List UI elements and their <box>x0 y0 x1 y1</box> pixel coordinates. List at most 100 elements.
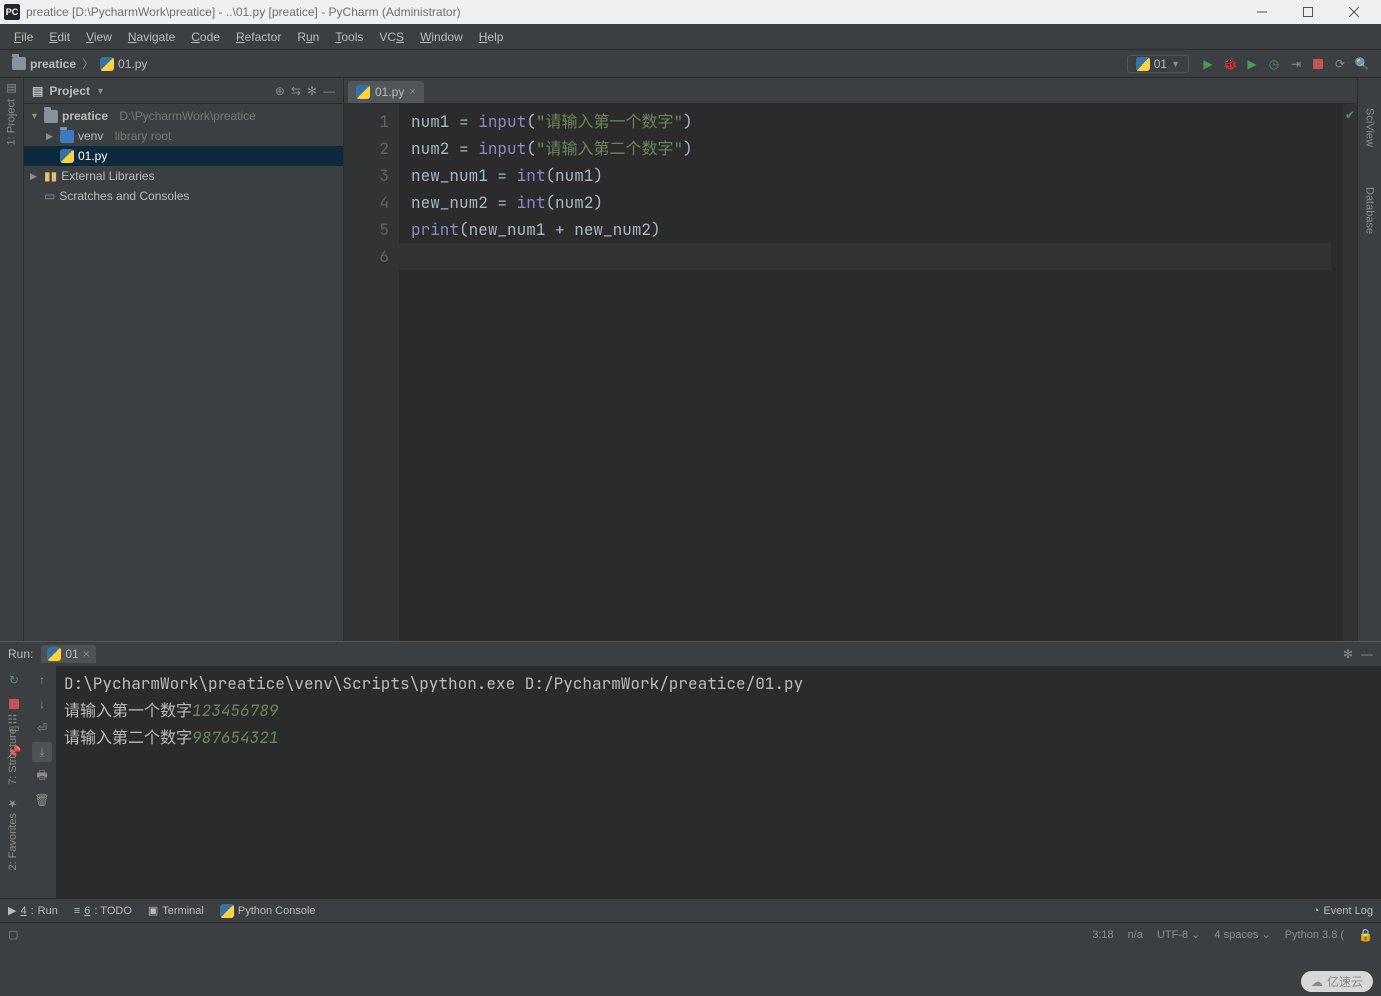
left-tool-strip-lower: 7: Structure ☷ 2: Favorites ★ <box>0 708 24 900</box>
menu-file[interactable]: File <box>6 27 41 47</box>
menu-help[interactable]: Help <box>471 27 512 47</box>
clear-button[interactable]: 🗑 <box>32 790 52 810</box>
console-output[interactable]: D:\PycharmWork\preatice\venv\Scripts\pyt… <box>56 666 1381 898</box>
bottom-todo-tab[interactable]: ≡ 6: TODO <box>74 905 132 917</box>
menu-refactor[interactable]: Refactor <box>228 27 289 47</box>
caret-right-icon[interactable]: ▶ <box>30 171 40 182</box>
tree-root[interactable]: ▼ preatice D:\PycharmWork\preatice <box>24 106 343 126</box>
caret-right-icon[interactable]: ▶ <box>46 131 56 142</box>
soft-wrap-button[interactable]: ⏎ <box>32 718 52 738</box>
locate-icon[interactable]: ⊕ <box>275 84 285 98</box>
breadcrumb-file-label: 01.py <box>118 57 147 71</box>
bottom-pyconsole-tab[interactable]: Python Console <box>220 904 316 918</box>
status-quick-icon[interactable]: ▢ <box>8 928 18 941</box>
debug-button[interactable]: 🐞 <box>1221 55 1239 73</box>
menu-bar: File Edit View Navigate Code Refactor Ru… <box>0 24 1381 50</box>
close-icon[interactable]: × <box>83 647 90 661</box>
lock-icon[interactable]: 🔒 <box>1358 928 1373 942</box>
profile-button[interactable]: ◷ <box>1265 55 1283 73</box>
chevron-right-icon: 〉 <box>80 55 96 72</box>
run-config-label: 01 <box>1154 57 1167 71</box>
python-file-icon <box>60 149 74 163</box>
run-config-selector[interactable]: 01 ▼ <box>1127 55 1189 73</box>
tree-scratches[interactable]: ▭ Scratches and Consoles <box>24 186 343 206</box>
search-everywhere-button[interactable]: 🔍 <box>1353 55 1371 73</box>
tree-venv-hint: library root <box>115 129 172 143</box>
menu-edit[interactable]: Edit <box>41 27 78 47</box>
window-titlebar: PC preatice [D:\PycharmWork\preatice] - … <box>0 0 1381 24</box>
breadcrumb-root-label: preatice <box>30 57 76 71</box>
chevron-down-icon[interactable]: ▼ <box>96 86 105 96</box>
tree-file-01py[interactable]: 01.py <box>24 146 343 166</box>
run-tab-01[interactable]: 01 × <box>41 645 95 663</box>
hide-panel-icon[interactable]: — <box>1361 647 1373 661</box>
tool-project-tab[interactable]: 1: Project ▤ <box>5 82 18 145</box>
hide-panel-icon[interactable]: — <box>323 84 335 98</box>
menu-view[interactable]: View <box>78 27 120 47</box>
bottom-tool-bar: ▶ 4: Run ≡ 6: TODO ▣ Terminal Python Con… <box>0 898 1381 922</box>
menu-window[interactable]: Window <box>412 27 471 47</box>
menu-tools[interactable]: Tools <box>327 27 371 47</box>
status-caret-pos[interactable]: 3:18 <box>1092 929 1113 941</box>
menu-run[interactable]: Run <box>289 27 327 47</box>
run-coverage-button[interactable]: ▶ <box>1243 55 1261 73</box>
close-icon[interactable]: × <box>409 86 415 98</box>
bottom-eventlog-tab[interactable]: ◔ Event Log <box>1313 905 1373 917</box>
tool-sciview-tab[interactable]: SciView <box>1364 108 1376 147</box>
bottom-run-tab[interactable]: ▶ 4: Run <box>8 904 58 917</box>
project-panel-title: Project <box>49 84 90 98</box>
left-tool-strip: 1: Project ▤ <box>0 78 24 641</box>
code-editor[interactable]: 1 2 3 4 5 6 num1 = input("请输入第一个数字") num… <box>344 104 1357 641</box>
menu-navigate[interactable]: Navigate <box>120 27 183 47</box>
run-panel-header: Run: 01 × ✻ — <box>0 642 1381 666</box>
caret-down-icon[interactable]: ▼ <box>30 111 40 121</box>
bottom-terminal-tab[interactable]: ▣ Terminal <box>148 904 204 917</box>
tree-root-path: D:\PycharmWork\preatice <box>119 109 255 123</box>
code-content[interactable]: num1 = input("请输入第一个数字") num2 = input("请… <box>399 104 1343 641</box>
tab-01py[interactable]: 01.py × <box>348 81 424 103</box>
status-interpreter[interactable]: Python 3.8 ( <box>1285 929 1344 941</box>
breadcrumb-root[interactable]: preatice <box>8 57 80 71</box>
rerun-button[interactable]: ↻ <box>4 670 24 690</box>
tree-venv[interactable]: ▶ venv library root <box>24 126 343 146</box>
down-button[interactable]: ↓ <box>32 694 52 714</box>
minimize-button[interactable] <box>1239 0 1285 24</box>
up-button[interactable]: ↑ <box>32 670 52 690</box>
tool-database-tab[interactable]: Database <box>1364 187 1376 234</box>
status-encoding[interactable]: UTF-8 ⌄ <box>1157 928 1200 941</box>
close-button[interactable] <box>1331 0 1377 24</box>
folder-icon <box>44 110 58 123</box>
scroll-to-end-button[interactable]: ⤓ <box>32 742 52 762</box>
status-indent[interactable]: 4 spaces ⌄ <box>1214 928 1270 941</box>
pycharm-logo-icon: PC <box>4 4 20 20</box>
project-tree[interactable]: ▼ preatice D:\PycharmWork\preatice ▶ ven… <box>24 104 343 641</box>
tree-file-label: 01.py <box>78 149 107 163</box>
menu-code[interactable]: Code <box>183 27 228 47</box>
status-line-sep[interactable]: n/a <box>1128 929 1143 941</box>
editor-area: 01.py × 1 2 3 4 5 6 num1 = input("请输入第一个… <box>344 78 1357 641</box>
breadcrumb-file[interactable]: 01.py <box>96 57 151 71</box>
console-prompt2: 请输入第二个数字 <box>64 727 192 748</box>
inspection-ok-icon[interactable]: ✔ <box>1343 104 1357 122</box>
print-button[interactable]: 🖶 <box>32 766 52 786</box>
expand-all-icon[interactable]: ⇆ <box>291 84 301 98</box>
console-input1: 123456789 <box>192 700 278 721</box>
line-gutter: 1 2 3 4 5 6 <box>344 104 399 641</box>
update-project-button[interactable]: ⟳ <box>1331 55 1349 73</box>
maximize-button[interactable] <box>1285 0 1331 24</box>
run-tab-label: 01 <box>65 647 78 661</box>
tool-favorites-tab[interactable]: 2: Favorites ★ <box>6 793 19 875</box>
project-panel: ▤Project ▼ ⊕ ⇆ ✻ — ▼ preatice D:\Pycharm… <box>24 78 344 641</box>
tree-external-libraries[interactable]: ▶ ▮▮ External Libraries <box>24 166 343 186</box>
editor-mark-strip: ✔ <box>1343 104 1357 641</box>
tool-structure-tab[interactable]: 7: Structure ☷ <box>6 708 19 789</box>
gear-icon[interactable]: ✻ <box>307 84 317 98</box>
run-panel: Run: 01 × ✻ — ↻ ▭ 📌 ↑ ↓ ⏎ ⤓ 🖶 🗑 D:\Pycha… <box>0 641 1381 898</box>
gear-icon[interactable]: ✻ <box>1343 647 1353 661</box>
run-button[interactable]: ▶ <box>1199 55 1217 73</box>
menu-vcs[interactable]: VCS <box>371 27 412 47</box>
navigation-row: preatice 〉 01.py 01 ▼ ▶ 🐞 ▶ ◷ ⇥ ⟳ 🔍 <box>0 50 1381 78</box>
watermark: ☁ 亿速云 <box>1301 971 1373 992</box>
stop-button[interactable] <box>1309 55 1327 73</box>
attach-button[interactable]: ⇥ <box>1287 55 1305 73</box>
